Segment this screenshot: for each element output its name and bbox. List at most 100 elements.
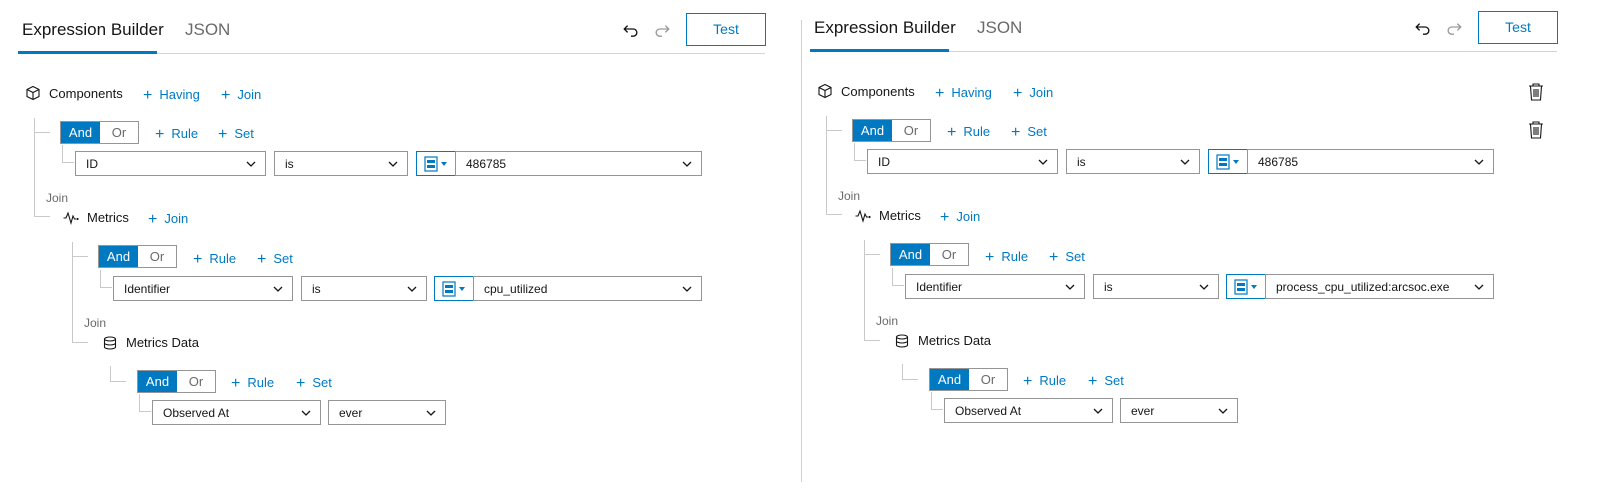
plus-icon: + xyxy=(985,249,995,266)
value-select[interactable]: 486785 xyxy=(1247,149,1494,174)
chevron-down-icon xyxy=(1038,159,1048,165)
join-label: Join xyxy=(1029,85,1054,100)
value-select[interactable]: process_cpu_utilized:arcsoc.exe xyxy=(1265,274,1494,299)
operator-select[interactable]: ever xyxy=(1120,398,1238,423)
tree-line xyxy=(931,392,932,409)
components-label: Components xyxy=(841,83,915,99)
field-type-icon xyxy=(1234,279,1257,295)
tree-line xyxy=(826,130,842,131)
plus-icon: + xyxy=(1023,373,1033,390)
plus-icon: + xyxy=(1088,373,1098,390)
join-caption: Join xyxy=(876,314,899,328)
delete-components-button[interactable] xyxy=(1527,82,1547,102)
pulse-icon xyxy=(855,208,871,223)
add-join-link[interactable]: + Join xyxy=(940,208,980,226)
metrics-data-label: Metrics Data xyxy=(918,333,991,348)
test-button[interactable]: Test xyxy=(1478,11,1558,44)
add-set-link[interactable]: + Set xyxy=(1088,372,1124,390)
add-rule-link[interactable]: + Rule xyxy=(985,248,1028,266)
chevron-down-icon xyxy=(1199,284,1209,290)
value-text: process_cpu_utilized:arcsoc.exe xyxy=(1276,280,1450,294)
tree-line xyxy=(902,379,918,380)
set-label: Set xyxy=(1104,373,1124,388)
add-rule-link[interactable]: + Rule xyxy=(947,123,990,141)
set-label: Set xyxy=(1065,249,1085,264)
having-label: Having xyxy=(951,85,992,100)
tab-json[interactable]: JSON xyxy=(977,18,1022,38)
components-header: Components xyxy=(817,83,915,99)
tree-line xyxy=(864,340,880,341)
tree-line xyxy=(854,160,866,161)
rule-label: Rule xyxy=(963,124,991,139)
operator-value: is xyxy=(1104,280,1113,294)
plus-icon: + xyxy=(1013,85,1023,102)
chevron-down-icon xyxy=(1180,159,1190,165)
chevron-down-icon xyxy=(1093,408,1103,414)
tree-line xyxy=(892,268,893,285)
chevron-down-icon xyxy=(1474,284,1484,290)
operator-select[interactable]: is xyxy=(1066,149,1200,174)
plus-icon: + xyxy=(947,124,957,141)
database-icon xyxy=(895,333,909,348)
value-type-button[interactable] xyxy=(1226,274,1266,299)
rule-label: Rule xyxy=(1001,249,1029,264)
undo-icon xyxy=(1414,23,1432,39)
plus-icon: + xyxy=(1011,124,1021,141)
tree-line xyxy=(931,409,943,410)
and-or-toggle[interactable]: And Or xyxy=(852,119,931,142)
and-option[interactable]: And xyxy=(930,369,969,390)
chevron-down-icon xyxy=(1065,284,1075,290)
chevron-down-icon xyxy=(1474,159,1484,165)
add-rule-link[interactable]: + Rule xyxy=(1023,372,1066,390)
plus-icon: + xyxy=(1049,249,1059,266)
tree-line xyxy=(864,240,865,340)
and-or-toggle[interactable]: And Or xyxy=(890,243,969,266)
field-value: Observed At xyxy=(955,404,1022,418)
tree-line xyxy=(864,254,880,255)
field-value: ID xyxy=(878,155,890,169)
add-join-link[interactable]: + Join xyxy=(1013,84,1053,102)
field-select[interactable]: Observed At xyxy=(944,398,1113,423)
value-text: 486785 xyxy=(1258,155,1299,169)
set-label: Set xyxy=(1027,124,1047,139)
trash-icon xyxy=(1529,83,1543,101)
metrics-header: Metrics xyxy=(855,208,921,223)
tree-line xyxy=(854,143,855,160)
and-or-toggle[interactable]: And Or xyxy=(929,368,1008,391)
operator-value: ever xyxy=(1131,404,1155,418)
and-option[interactable]: And xyxy=(891,244,930,265)
add-having-link[interactable]: + Having xyxy=(935,84,992,102)
add-set-link[interactable]: + Set xyxy=(1049,248,1085,266)
metrics-data-header: Metrics Data xyxy=(895,333,991,348)
operator-value: is xyxy=(1077,155,1086,169)
tab-expression-builder[interactable]: Expression Builder xyxy=(814,18,956,38)
plus-icon: + xyxy=(940,209,950,226)
and-option[interactable]: And xyxy=(853,120,892,141)
tree-line xyxy=(902,364,903,379)
operator-select[interactable]: is xyxy=(1093,274,1219,299)
delete-group-button[interactable] xyxy=(1527,120,1547,140)
field-type-icon xyxy=(1216,154,1239,170)
cube-icon xyxy=(817,83,833,99)
tree-line xyxy=(892,285,904,286)
active-tab-indicator xyxy=(810,49,949,52)
or-option[interactable]: Or xyxy=(969,369,1007,390)
field-value: Identifier xyxy=(916,280,963,294)
plus-icon: + xyxy=(935,85,945,102)
rule-label: Rule xyxy=(1039,373,1067,388)
field-select[interactable]: Identifier xyxy=(905,274,1085,299)
undo-button[interactable] xyxy=(1414,18,1438,38)
redo-button[interactable] xyxy=(1445,18,1469,38)
value-type-button[interactable] xyxy=(1208,149,1248,174)
redo-icon xyxy=(1445,23,1463,39)
join-caption: Join xyxy=(838,189,861,203)
add-set-link[interactable]: + Set xyxy=(1011,123,1047,141)
or-option[interactable]: Or xyxy=(930,244,968,265)
trash-icon xyxy=(1529,121,1543,139)
chevron-down-icon xyxy=(1218,408,1228,414)
tree-line xyxy=(826,214,842,215)
join-label: Join xyxy=(956,209,981,224)
field-select[interactable]: ID xyxy=(867,149,1058,174)
or-option[interactable]: Or xyxy=(892,120,930,141)
metrics-label: Metrics xyxy=(879,208,921,223)
